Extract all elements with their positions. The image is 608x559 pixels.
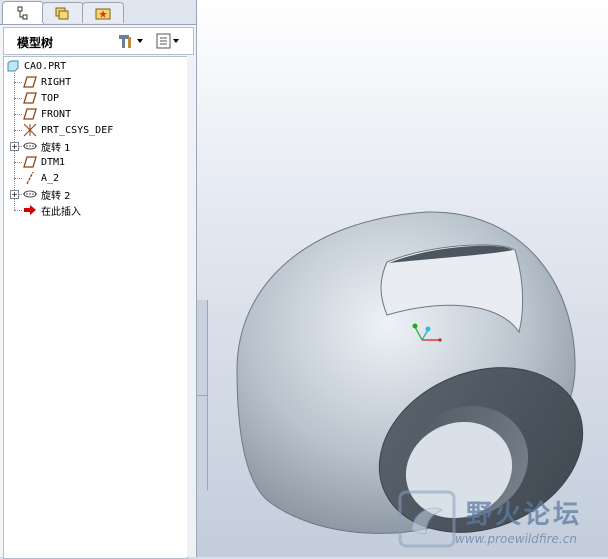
tree-item-label: A_2 bbox=[41, 172, 60, 184]
tree-item-revolve-2[interactable]: 旋转 2 bbox=[22, 186, 71, 202]
expand-toggle[interactable]: + bbox=[10, 190, 19, 199]
tab-model-tree[interactable] bbox=[2, 1, 44, 24]
tree-item-dtm1[interactable]: DTM1 bbox=[22, 154, 65, 170]
model-tree: + + CAO.PRT RIGHT TOP FRONT PRT_CSYS_DEF… bbox=[3, 56, 188, 559]
tree-item-label: TOP bbox=[41, 92, 60, 104]
tree-item-right[interactable]: RIGHT bbox=[22, 74, 71, 90]
coordinate-system-icon bbox=[22, 123, 38, 137]
revolve-icon bbox=[22, 139, 38, 153]
expand-toggle[interactable]: + bbox=[10, 142, 19, 151]
chevron-down-icon bbox=[137, 39, 143, 43]
tree-item-front[interactable]: FRONT bbox=[22, 106, 71, 122]
tree-item-label: FRONT bbox=[41, 108, 72, 120]
tree-item-csys[interactable]: PRT_CSYS_DEF bbox=[22, 122, 113, 138]
revolve-icon bbox=[22, 187, 38, 201]
tree-show-button[interactable] bbox=[156, 32, 180, 50]
watermark-logo-icon bbox=[398, 490, 456, 548]
tree-item-label: 旋转 1 bbox=[41, 142, 71, 154]
datum-plane-icon bbox=[22, 91, 38, 105]
datum-plane-icon bbox=[22, 155, 38, 169]
tree-item-insert-here[interactable]: 在此插入 bbox=[22, 202, 81, 218]
tree-item-label: 在此插入 bbox=[41, 206, 81, 218]
part-icon bbox=[5, 59, 21, 73]
favorites-icon bbox=[95, 8, 111, 20]
navigator-panel: 模型树 + + CAO.PRT RIGHT TOP FRONT PRT_CSYS… bbox=[0, 0, 197, 559]
tree-item-label: RIGHT bbox=[41, 76, 72, 88]
tree-item-label: 旋转 2 bbox=[41, 190, 71, 202]
tree-item-top[interactable]: TOP bbox=[22, 90, 59, 106]
chevron-down-icon bbox=[173, 39, 179, 43]
tree-item-label: CAO.PRT bbox=[24, 60, 67, 72]
tree-item-revolve-1[interactable]: 旋转 1 bbox=[22, 138, 71, 154]
insert-here-arrow-icon bbox=[22, 203, 38, 217]
model-tree-header: 模型树 bbox=[3, 27, 194, 55]
tree-item-label: DTM1 bbox=[41, 156, 66, 168]
model-3d-render bbox=[236, 211, 584, 534]
tab-favorites[interactable] bbox=[82, 2, 124, 23]
tree-item-axis[interactable]: A_2 bbox=[22, 170, 59, 186]
navigator-tabs bbox=[0, 0, 196, 25]
tools-icon bbox=[119, 35, 131, 48]
datum-plane-icon bbox=[22, 75, 38, 89]
tree-settings-button[interactable] bbox=[118, 32, 144, 50]
tab-folder-browser[interactable] bbox=[42, 2, 84, 23]
watermark-title: 野火论坛 bbox=[466, 500, 583, 530]
watermark-url: www.proewildfire.cn bbox=[455, 532, 577, 546]
folder-browser-icon bbox=[55, 7, 69, 20]
tree-scrollbar[interactable] bbox=[187, 56, 195, 557]
model-tree-title: 模型树 bbox=[17, 36, 54, 50]
tree-item-label: PRT_CSYS_DEF bbox=[41, 124, 114, 136]
datum-axis-icon bbox=[22, 171, 38, 185]
list-icon bbox=[156, 33, 171, 49]
graphics-viewport[interactable] bbox=[197, 0, 608, 557]
model-tree-icon bbox=[17, 6, 28, 20]
datum-plane-icon bbox=[22, 107, 38, 121]
tree-item-part[interactable]: CAO.PRT bbox=[5, 58, 66, 74]
